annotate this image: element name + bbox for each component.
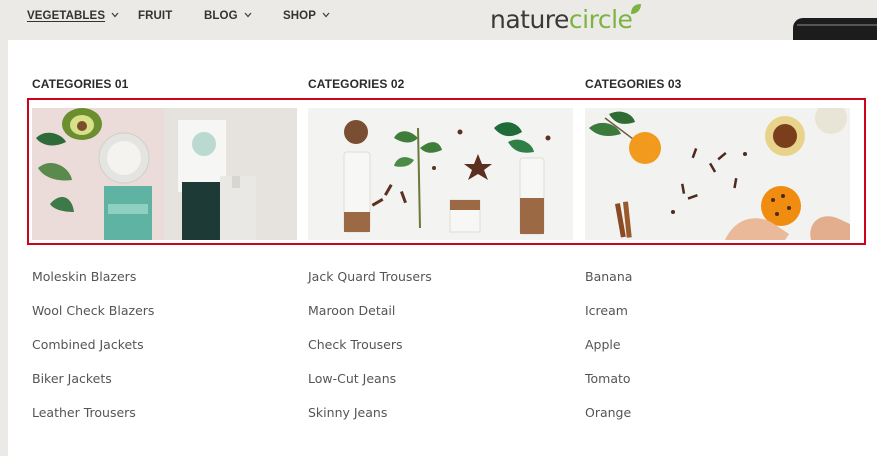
column-title-categories-01: CATEGORIES 01 xyxy=(32,77,129,91)
menu-link-leather-trousers[interactable]: Leather Trousers xyxy=(32,405,136,420)
nav-item-label: FRUIT xyxy=(138,10,173,22)
menu-link-orange[interactable]: Orange xyxy=(585,405,631,420)
top-navigation: VEGETABLES FRUIT BLOG SHOP naturecircle xyxy=(0,0,877,58)
nav-item-fruit[interactable]: FRUIT xyxy=(138,10,172,26)
nav-item-blog[interactable]: BLOG xyxy=(204,10,252,26)
logo-text-nature: nature xyxy=(490,5,569,34)
menu-link-maroon-detail[interactable]: Maroon Detail xyxy=(308,303,395,318)
menu-link-biker-jackets[interactable]: Biker Jackets xyxy=(32,371,112,386)
nav-item-label: VEGETABLES xyxy=(27,10,106,22)
nav-item-shop[interactable]: SHOP xyxy=(283,10,330,26)
menu-link-icream[interactable]: Icream xyxy=(585,303,628,318)
menu-link-skinny-jeans[interactable]: Skinny Jeans xyxy=(308,405,387,420)
menu-link-apple[interactable]: Apple xyxy=(585,337,621,352)
leaf-icon xyxy=(631,4,641,14)
menu-link-check-trousers[interactable]: Check Trousers xyxy=(308,337,403,352)
column-title-categories-03: CATEGORIES 03 xyxy=(585,77,682,91)
logo-text-circle: circle xyxy=(568,5,633,34)
menu-link-banana[interactable]: Banana xyxy=(585,269,632,284)
chevron-down-icon xyxy=(322,12,330,18)
nav-item-vegetables[interactable]: VEGETABLES xyxy=(27,10,119,26)
nav-item-label: BLOG xyxy=(204,10,238,22)
menu-link-tomato[interactable]: Tomato xyxy=(585,371,631,386)
mega-menu-dropdown: CATEGORIES 01 CATEGORIES 02 CATEGORIES 0… xyxy=(8,40,877,456)
menu-link-low-cut-jeans[interactable]: Low-Cut Jeans xyxy=(308,371,396,386)
menu-link-moleskin-blazers[interactable]: Moleskin Blazers xyxy=(32,269,136,284)
column-title-categories-02: CATEGORIES 02 xyxy=(308,77,405,91)
menu-link-jack-quard-trousers[interactable]: Jack Quard Trousers xyxy=(308,269,432,284)
menu-link-combined-jackets[interactable]: Combined Jackets xyxy=(32,337,144,352)
chevron-down-icon xyxy=(111,12,119,18)
site-logo[interactable]: naturecircle xyxy=(490,4,641,39)
nav-item-label: SHOP xyxy=(283,10,316,22)
chevron-down-icon xyxy=(244,12,252,18)
banner-row-highlight xyxy=(27,98,866,245)
menu-link-wool-check-blazers[interactable]: Wool Check Blazers xyxy=(32,303,154,318)
